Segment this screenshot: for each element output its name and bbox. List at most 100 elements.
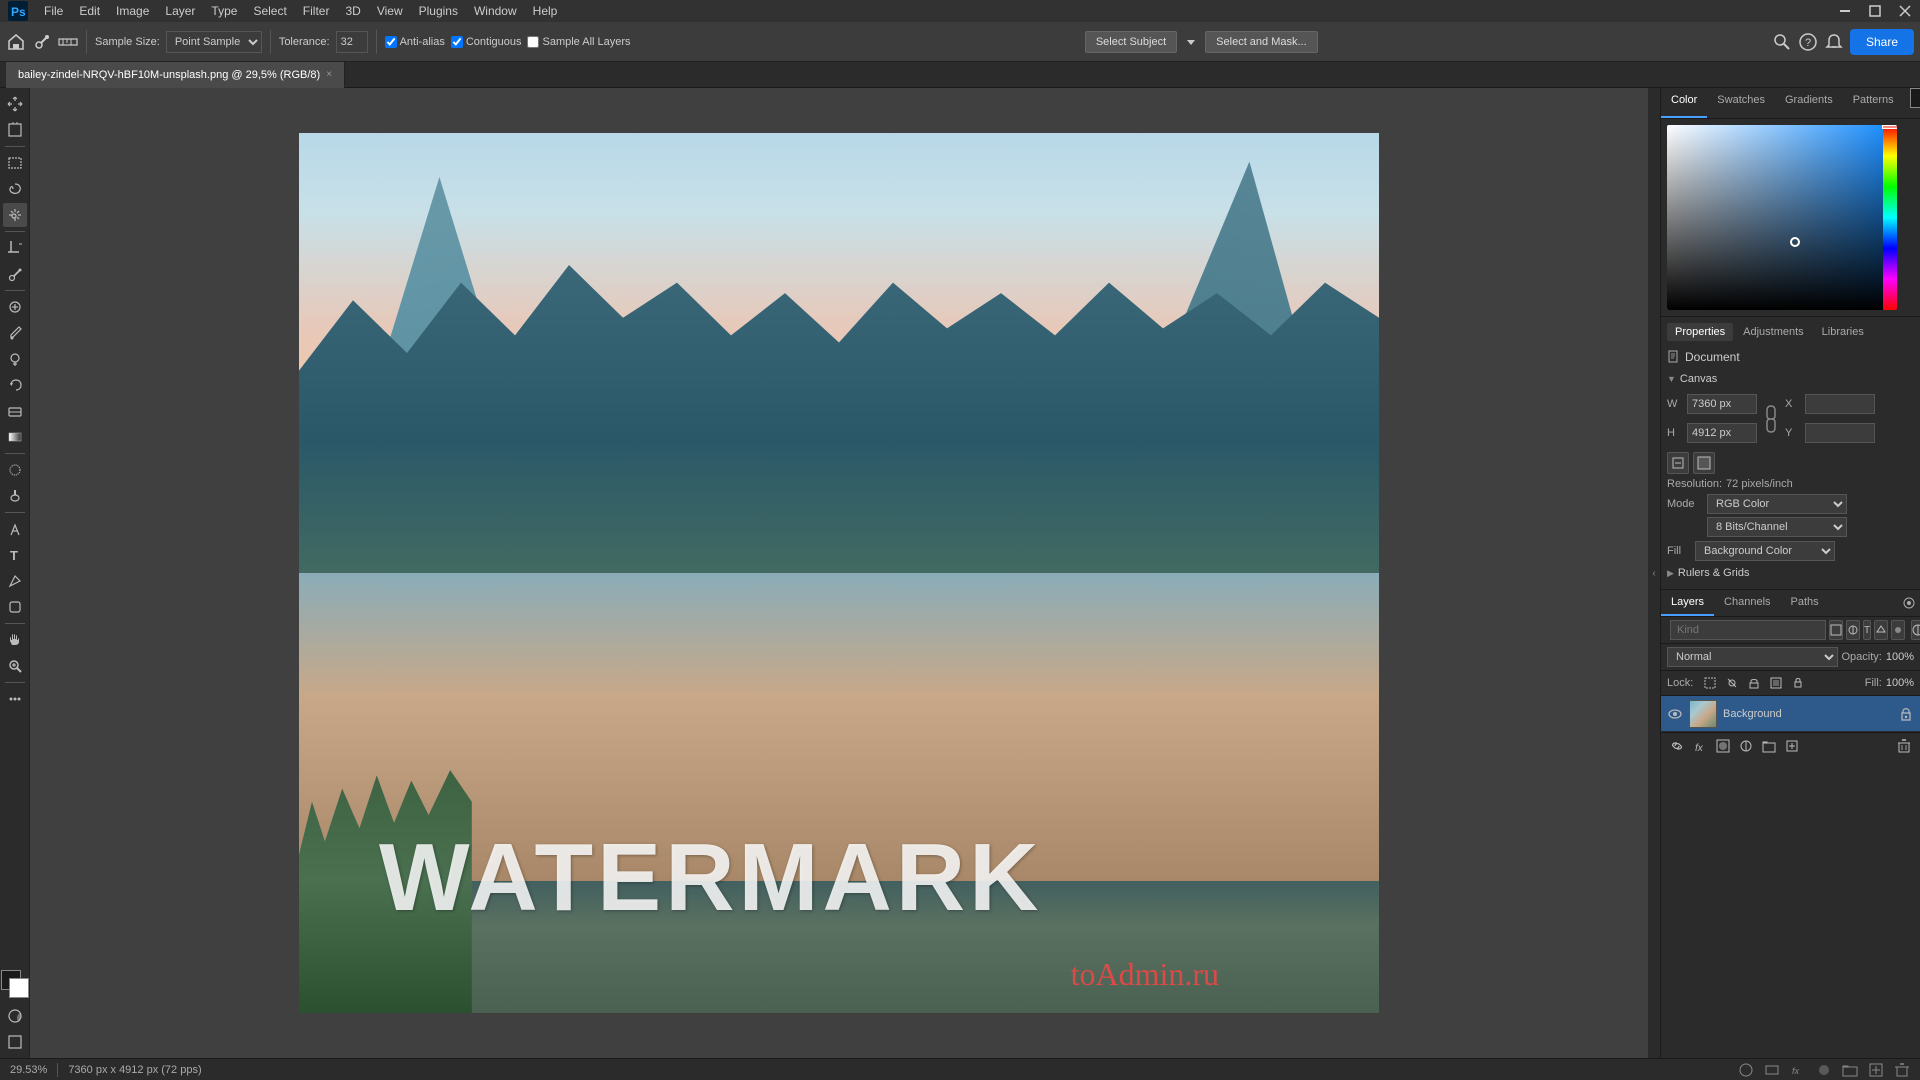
- menu-filter[interactable]: Filter: [303, 4, 330, 18]
- layer-filter-adjust[interactable]: [1846, 620, 1860, 640]
- status-fx-icon[interactable]: fx: [1790, 1062, 1806, 1078]
- pen-tool[interactable]: [3, 517, 27, 541]
- width-input[interactable]: 7360 px: [1687, 394, 1757, 414]
- tab-paths[interactable]: Paths: [1781, 590, 1829, 616]
- adjustment-layer-button[interactable]: [1736, 736, 1756, 756]
- rect-select-tool[interactable]: [3, 151, 27, 175]
- menu-file[interactable]: File: [44, 4, 63, 18]
- status-icon1[interactable]: [1738, 1062, 1754, 1078]
- sample-all-checkbox[interactable]: [527, 36, 539, 48]
- sample-all-label[interactable]: Sample All Layers: [527, 36, 630, 48]
- new-layer-button[interactable]: [1782, 736, 1802, 756]
- healing-tool[interactable]: [3, 295, 27, 319]
- history-brush-tool[interactable]: [3, 373, 27, 397]
- subject-dropdown-icon[interactable]: [1183, 32, 1199, 52]
- brush-tool[interactable]: [3, 321, 27, 345]
- blur-tool[interactable]: [3, 458, 27, 482]
- contiguous-checkbox[interactable]: [451, 36, 463, 48]
- shape-tool[interactable]: [3, 595, 27, 619]
- menu-help[interactable]: Help: [533, 4, 558, 18]
- status-trash-icon[interactable]: [1894, 1062, 1910, 1078]
- layer-item[interactable]: Background: [1661, 696, 1920, 732]
- lock-artboard-icon[interactable]: [1767, 674, 1785, 692]
- tolerance-input[interactable]: 32: [336, 31, 368, 53]
- layer-filter-smart[interactable]: [1891, 620, 1905, 640]
- menu-view[interactable]: View: [377, 4, 403, 18]
- layer-visibility-icon[interactable]: [1667, 706, 1683, 722]
- select-subject-button[interactable]: Select Subject: [1085, 31, 1177, 53]
- layer-lock-icon[interactable]: [1898, 706, 1914, 722]
- help-icon[interactable]: ?: [1798, 32, 1818, 52]
- lock-all-icon[interactable]: [1789, 674, 1807, 692]
- share-button[interactable]: Share: [1850, 29, 1914, 55]
- new-group-button[interactable]: [1759, 736, 1779, 756]
- more-tools-icon[interactable]: [3, 687, 27, 711]
- bit-depth-select[interactable]: 8 Bits/Channel: [1707, 517, 1847, 537]
- contiguous-label[interactable]: Contiguous: [451, 36, 522, 48]
- tab-libraries[interactable]: Libraries: [1814, 323, 1872, 341]
- type-tool[interactable]: T: [3, 543, 27, 567]
- select-mask-button[interactable]: Select and Mask...: [1205, 31, 1318, 53]
- menu-select[interactable]: Select: [253, 4, 286, 18]
- layers-search-input[interactable]: [1670, 620, 1826, 640]
- artboard-tool[interactable]: [3, 118, 27, 142]
- fit-canvas-button[interactable]: [1667, 452, 1689, 474]
- height-input[interactable]: 4912 px: [1687, 423, 1757, 443]
- chain-icon[interactable]: [1761, 404, 1781, 434]
- zoom-tool[interactable]: [3, 654, 27, 678]
- notification-icon[interactable]: [1824, 32, 1844, 52]
- lock-image-icon[interactable]: [1723, 674, 1741, 692]
- home-icon[interactable]: [6, 32, 26, 52]
- clone-stamp-tool[interactable]: [3, 347, 27, 371]
- quick-mask-icon[interactable]: [3, 1004, 27, 1028]
- menu-layer[interactable]: Layer: [165, 4, 195, 18]
- color-foreground[interactable]: [1910, 88, 1920, 108]
- tab-properties[interactable]: Properties: [1667, 323, 1733, 341]
- delete-layer-button[interactable]: [1894, 736, 1914, 756]
- path-select-tool[interactable]: [3, 569, 27, 593]
- layer-filter-shape[interactable]: [1874, 620, 1888, 640]
- x-input[interactable]: [1805, 394, 1875, 414]
- status-folder-icon[interactable]: [1842, 1062, 1858, 1078]
- gradient-tool[interactable]: [3, 425, 27, 449]
- tab-swatches[interactable]: Swatches: [1707, 88, 1775, 118]
- tab-adjustments[interactable]: Adjustments: [1735, 323, 1812, 341]
- dodge-tool[interactable]: [3, 484, 27, 508]
- menu-plugins[interactable]: Plugins: [419, 4, 458, 18]
- crop-tool[interactable]: [3, 236, 27, 260]
- eraser-tool[interactable]: [3, 399, 27, 423]
- link-layers-button[interactable]: [1667, 736, 1687, 756]
- status-add-icon[interactable]: [1868, 1062, 1884, 1078]
- color-spectrum[interactable]: [1667, 125, 1897, 310]
- rulers-icon[interactable]: [58, 32, 78, 52]
- fill-canvas-button[interactable]: [1693, 452, 1715, 474]
- tab-layers[interactable]: Layers: [1661, 590, 1714, 616]
- menu-edit[interactable]: Edit: [79, 4, 100, 18]
- color-fg-bg[interactable]: [1910, 88, 1920, 118]
- hand-tool[interactable]: [3, 628, 27, 652]
- magic-wand-tool[interactable]: [3, 203, 27, 227]
- fg-bg-color-widget[interactable]: [1, 970, 29, 998]
- menu-3d[interactable]: 3D: [345, 4, 360, 18]
- lock-transparent-icon[interactable]: [1701, 674, 1719, 692]
- tab-color[interactable]: Color: [1661, 88, 1707, 118]
- close-icon[interactable]: [1898, 4, 1912, 18]
- sample-size-select[interactable]: Point Sample: [166, 31, 262, 53]
- search-icon[interactable]: [1772, 32, 1792, 52]
- eyedropper-tool[interactable]: [3, 262, 27, 286]
- menu-window[interactable]: Window: [474, 4, 517, 18]
- lock-position-icon[interactable]: [1745, 674, 1763, 692]
- y-input[interactable]: [1805, 423, 1875, 443]
- lasso-tool[interactable]: [3, 177, 27, 201]
- layer-filter-toggle[interactable]: [1911, 620, 1920, 640]
- canvas-section-header[interactable]: Canvas: [1667, 373, 1914, 385]
- status-icon2[interactable]: [1764, 1062, 1780, 1078]
- menu-image[interactable]: Image: [116, 4, 149, 18]
- add-mask-button[interactable]: [1713, 736, 1733, 756]
- tab-channels[interactable]: Channels: [1714, 590, 1780, 616]
- document-tab[interactable]: bailey-zindel-NRQV-hBF10M-unsplash.png @…: [6, 62, 345, 88]
- rulers-section-header[interactable]: Rulers & Grids: [1667, 567, 1914, 579]
- screen-mode-icon[interactable]: [3, 1030, 27, 1054]
- minimize-icon[interactable]: [1838, 4, 1852, 18]
- eyedrop-tool-icon[interactable]: [32, 32, 52, 52]
